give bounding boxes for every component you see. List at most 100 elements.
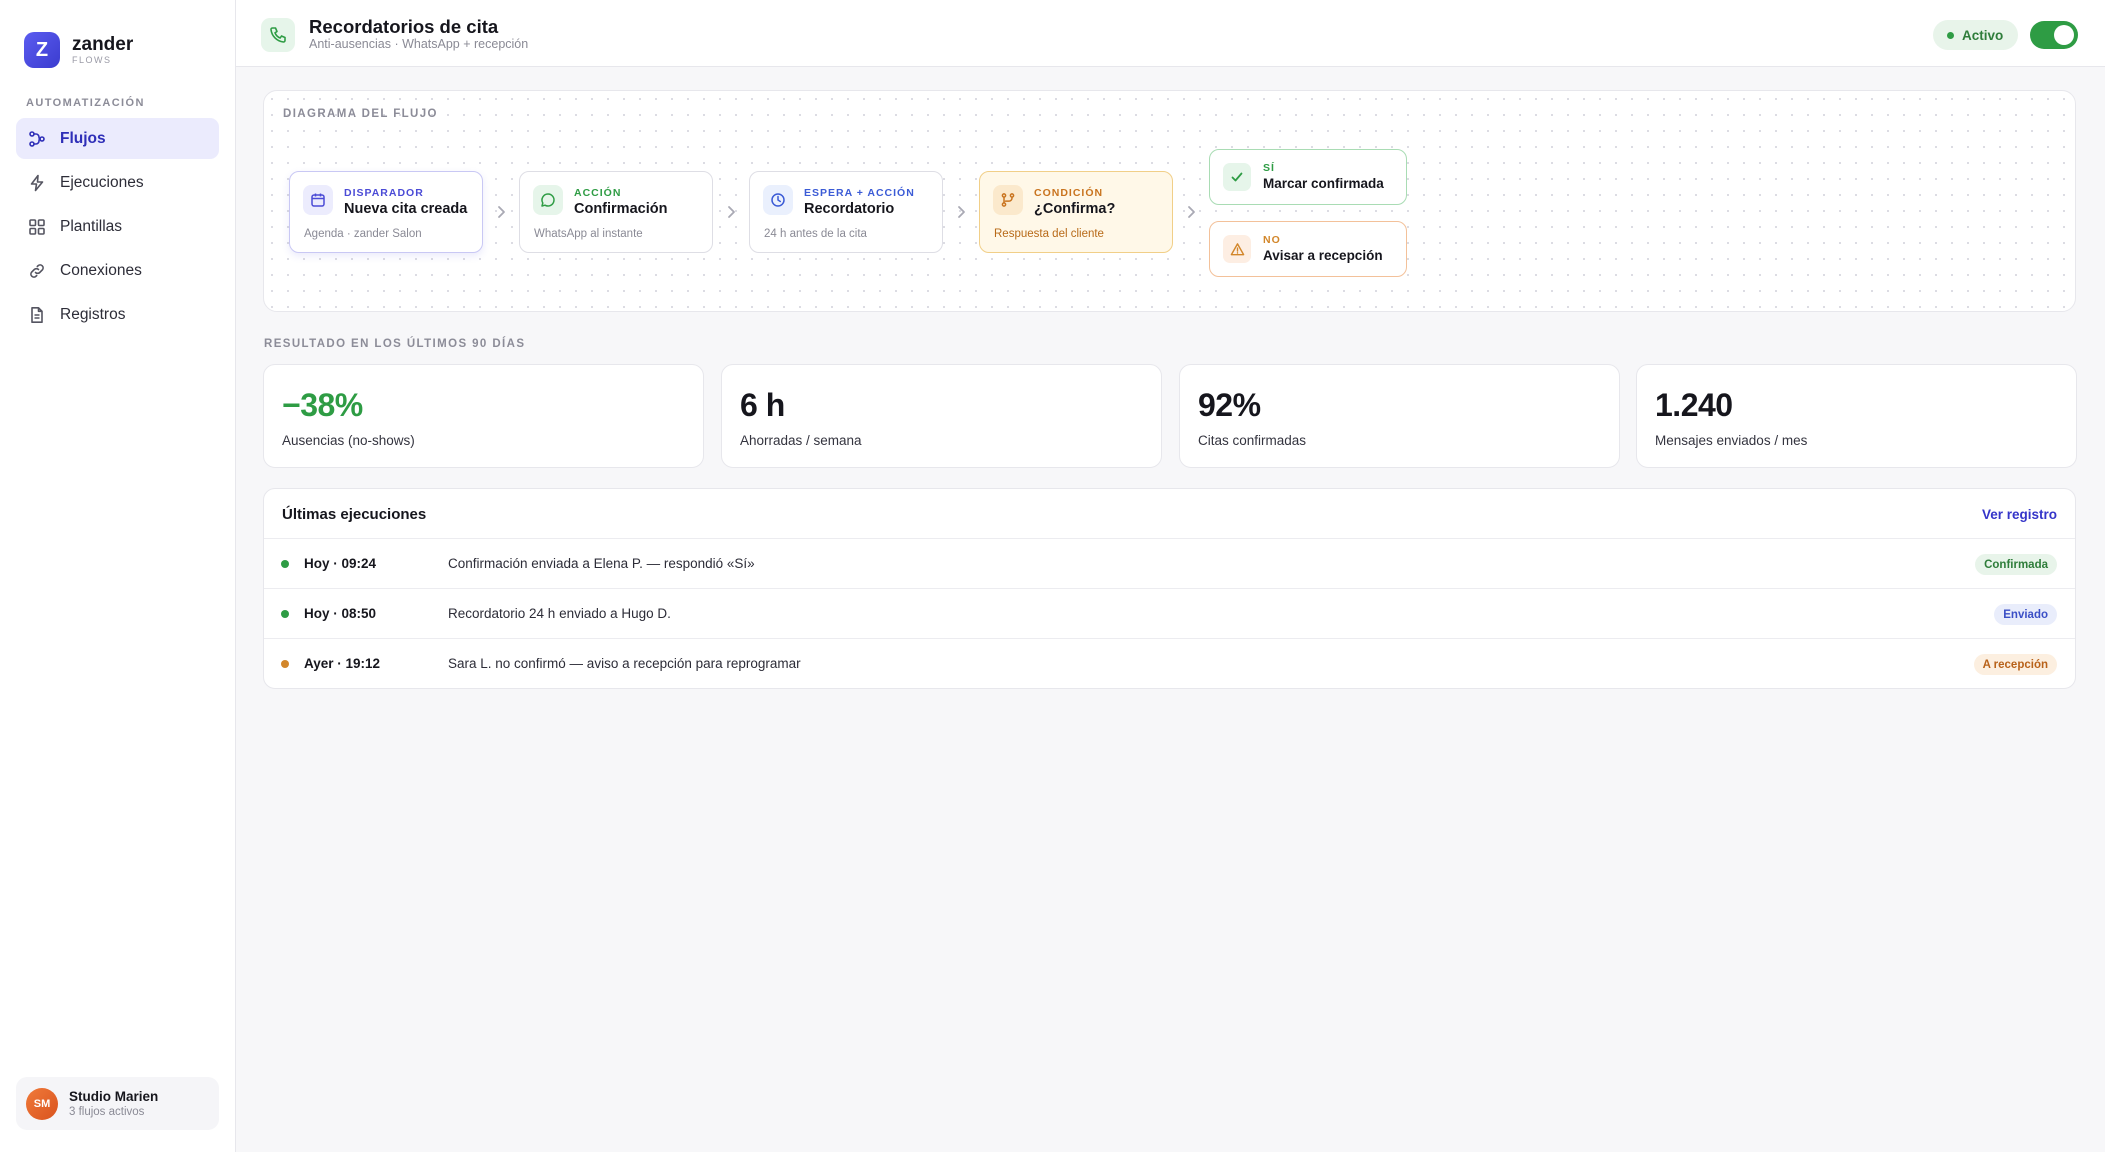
chevron-right-icon (498, 206, 505, 218)
stat-label: Ahorradas / semana (740, 433, 862, 448)
sidebar-item-ejecuciones[interactable]: Ejecuciones (16, 162, 219, 203)
avatar: SM (26, 1087, 58, 1120)
brand-text: zander FLOWS (72, 33, 134, 66)
grid-icon (28, 218, 46, 236)
chat-icon (533, 185, 563, 215)
stat-label: Citas confirmadas (1198, 433, 1307, 448)
chevron-right-icon (728, 206, 735, 218)
sidebar-item-flujos[interactable]: Flujos (16, 118, 219, 159)
node-foot: Respuesta del cliente (994, 228, 1104, 240)
row-text: Sara L. no confirmó — aviso a recepción … (448, 656, 801, 671)
recent-executions: Últimas ejecuciones Ver registro Hoy · 0… (263, 488, 2076, 689)
page-subtitle: Anti-ausencias · WhatsApp + recepción (309, 37, 529, 51)
link-icon (28, 262, 46, 280)
brand-sub: FLOWS (72, 54, 112, 65)
row-time: Hoy · 09:24 (304, 556, 377, 571)
node-title: Confirmación (574, 201, 668, 217)
flow-node-trigger[interactable]: DISPARADOR Nueva cita creada Agenda · za… (289, 171, 483, 253)
sidebar-item-label: Plantillas (60, 217, 123, 235)
stat-card-hours-saved: 6 h Ahorradas / semana (721, 364, 1162, 468)
account-sub: 3 flujos activos (69, 1105, 145, 1118)
stat-card-confirmed: 92% Citas confirmadas (1179, 364, 1620, 468)
status-badge: Activo (1933, 20, 2018, 50)
flow-diagram: DIAGRAMA DEL FLUJO DISPARADOR Nueva cita… (263, 90, 2076, 312)
sidebar-item-label: Flujos (60, 129, 106, 147)
row-text: Confirmación enviada a Elena P. — respon… (448, 556, 755, 571)
node-foot: WhatsApp al instante (534, 228, 643, 240)
brand-mark: Z (24, 32, 60, 68)
executions-title: Últimas ejecuciones (282, 506, 427, 523)
flow-node-wait-action[interactable]: ESPERA + ACCIÓN Recordatorio 24 h antes … (749, 171, 943, 253)
flow-icon (28, 130, 46, 148)
branch-title: Marcar confirmada (1263, 176, 1384, 191)
branch-kicker: SÍ (1263, 162, 1275, 174)
node-kicker: DISPARADOR (344, 187, 424, 199)
account-name: Studio Marien (69, 1088, 159, 1104)
account-text: Studio Marien 3 flujos activos (69, 1089, 158, 1119)
brand-name: zander (72, 33, 134, 55)
flow-branch-yes[interactable]: SÍ Marcar confirmada (1209, 149, 1407, 205)
status-badge: A recepción (1973, 654, 2057, 675)
row-time: Hoy · 08:50 (304, 606, 377, 621)
table-row[interactable]: Hoy · 08:50 Recordatorio 24 h enviado a … (264, 589, 2075, 639)
branch-icon (993, 185, 1023, 215)
account-switcher[interactable]: SM Studio Marien 3 flujos activos (16, 1077, 219, 1130)
results-label: RESULTADO EN LOS ÚLTIMOS 90 DÍAS (264, 338, 526, 350)
flow-node-action[interactable]: ACCIÓN Confirmación WhatsApp al instante (519, 171, 713, 253)
flow-active-toggle[interactable] (2030, 21, 2078, 49)
row-time: Ayer · 19:12 (304, 656, 381, 671)
flow-node-condition[interactable]: CONDICIÓN ¿Confirma? Respuesta del clien… (979, 171, 1173, 253)
node-kicker: ESPERA + ACCIÓN (804, 187, 915, 199)
row-text: Recordatorio 24 h enviado a Hugo D. (448, 606, 671, 621)
sidebar-item-registros[interactable]: Registros (16, 294, 219, 335)
status-dot (1947, 31, 1954, 39)
bolt-icon (28, 174, 46, 192)
phone-icon (261, 18, 295, 52)
check-icon (1223, 163, 1251, 191)
table-row[interactable]: Ayer · 19:12 Sara L. no confirmó — aviso… (264, 639, 2075, 688)
brand-logo[interactable]: Z zander FLOWS (24, 32, 133, 68)
branch-kicker: NO (1263, 234, 1281, 246)
page-header: Recordatorios de cita Anti-ausencias · W… (236, 0, 2105, 67)
stat-label: Ausencias (no-shows) (282, 433, 415, 448)
sidebar: Z zander FLOWS AUTOMATIZACIÓN Flujos Eje… (0, 0, 236, 1152)
stat-value: 6 h (740, 387, 785, 423)
clock-icon (763, 185, 793, 215)
status-badge: Enviado (1994, 604, 2057, 625)
branch-title: Avisar a recepción (1263, 248, 1383, 263)
document-icon (28, 306, 46, 324)
nav-section-label: AUTOMATIZACIÓN (26, 97, 145, 109)
warning-icon (1223, 235, 1251, 263)
sidebar-item-plantillas[interactable]: Plantillas (16, 206, 219, 247)
status-label: Activo (1962, 27, 2004, 43)
node-foot: Agenda · zander Salon (304, 228, 422, 240)
view-log-link[interactable]: Ver registro (1982, 507, 2057, 522)
flow-diagram-label: DIAGRAMA DEL FLUJO (283, 108, 438, 120)
status-dot (281, 610, 289, 618)
status-dot (281, 560, 289, 568)
stat-value: 1.240 (1655, 387, 1733, 423)
stat-label: Mensajes enviados / mes (1655, 433, 1808, 448)
stat-card-no-shows: −38% Ausencias (no-shows) (263, 364, 704, 468)
calendar-icon (303, 185, 333, 215)
page-title: Recordatorios de cita (309, 16, 499, 37)
stat-value: 92% (1198, 387, 1261, 423)
node-kicker: CONDICIÓN (1034, 187, 1104, 199)
node-title: ¿Confirma? (1034, 201, 1116, 217)
node-kicker: ACCIÓN (574, 187, 622, 199)
sidebar-item-conexiones[interactable]: Conexiones (16, 250, 219, 291)
sidebar-nav: Flujos Ejecuciones Plantillas Conexiones… (16, 118, 219, 338)
node-title: Recordatorio (804, 201, 895, 217)
chevron-right-icon (958, 206, 965, 218)
sidebar-item-label: Registros (60, 305, 126, 323)
table-row[interactable]: Hoy · 09:24 Confirmación enviada a Elena… (264, 539, 2075, 589)
flow-branch-no[interactable]: NO Avisar a recepción (1209, 221, 1407, 277)
node-title: Nueva cita creada (344, 201, 468, 217)
sidebar-item-label: Conexiones (60, 261, 142, 279)
toggle-knob (2054, 25, 2074, 45)
node-foot: 24 h antes de la cita (764, 228, 867, 240)
stat-card-messages: 1.240 Mensajes enviados / mes (1636, 364, 2077, 468)
executions-header: Últimas ejecuciones Ver registro (264, 489, 2075, 539)
status-dot (281, 660, 289, 668)
status-badge: Confirmada (1975, 554, 2057, 575)
